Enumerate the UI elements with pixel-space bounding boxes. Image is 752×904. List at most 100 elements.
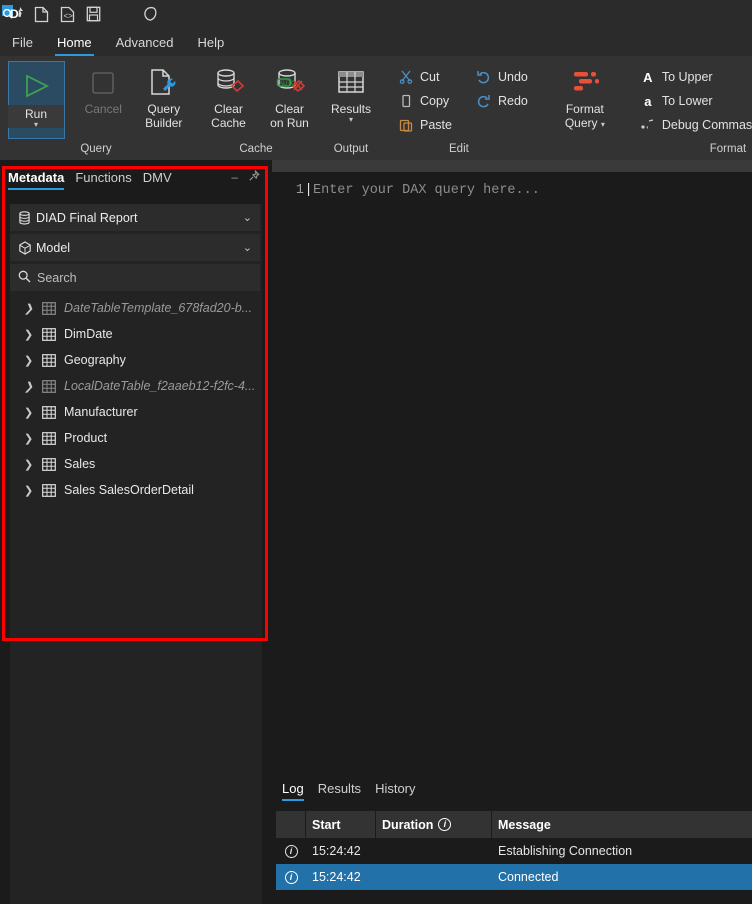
chevron-right-icon[interactable]: ❯: [24, 302, 42, 315]
run-button[interactable]: Run ▾: [8, 61, 65, 139]
query-builder-button[interactable]: Query Builder: [136, 59, 193, 130]
redo-button[interactable]: Redo: [470, 89, 536, 113]
pane-tab-dmv[interactable]: DMV: [141, 170, 181, 190]
chevron-right-icon[interactable]: ❯: [24, 354, 42, 367]
to-upper-label: To Upper: [661, 70, 713, 84]
results-button[interactable]: Results ▾: [320, 59, 382, 124]
table-node-geography[interactable]: ❯ Geography: [10, 347, 262, 373]
moon-icon[interactable]: [138, 1, 164, 27]
clear-on-run-button[interactable]: AUTO Clear on Run: [259, 59, 320, 130]
log-row[interactable]: i 15:24:42 Connected: [276, 864, 752, 890]
chevron-right-icon[interactable]: ❯: [24, 484, 42, 497]
log-row-message: Establishing Connection: [498, 844, 633, 858]
log-row[interactable]: i 15:24:42 Establishing Connection: [276, 838, 752, 864]
ribbon-group-cache: Clear Cache AUTO Clear on Run Cache: [192, 56, 320, 160]
scissors-icon: [398, 69, 414, 85]
new-file-icon[interactable]: [28, 1, 54, 27]
chevron-right-icon[interactable]: ❯: [24, 432, 42, 445]
table-node-manufacturer[interactable]: ❯ Manufacturer: [10, 399, 262, 425]
ribbon-tab-help[interactable]: Help: [185, 33, 236, 56]
table-icon: [42, 301, 64, 315]
table-node-label: Geography: [64, 353, 126, 367]
undo-button[interactable]: Undo: [470, 65, 536, 89]
column-header-duration[interactable]: Duration i: [376, 811, 492, 838]
ribbon: Run ▾ Cancel Query Builder Query Clear C…: [0, 56, 752, 160]
ribbon-tab-file[interactable]: File: [0, 33, 45, 56]
quick-access-toolbar: D <>: [0, 0, 752, 28]
table-node-dimdate[interactable]: ❯ DimDate: [10, 321, 262, 347]
chevron-right-icon[interactable]: ❯: [24, 406, 42, 419]
editor-code-area[interactable]: 1 | Enter your DAX query here...: [272, 172, 752, 775]
results-grid-icon: [336, 65, 366, 101]
run-caret-icon[interactable]: ▾: [8, 121, 64, 129]
table-icon: [42, 457, 64, 471]
format-query-label-2: Query: [564, 116, 598, 130]
ribbon-tab-advanced[interactable]: Advanced: [104, 33, 186, 56]
table-node-sales[interactable]: ❯ Sales: [10, 451, 262, 477]
editor-line-1: 1 | Enter your DAX query here...: [272, 183, 752, 198]
cut-button[interactable]: Cut: [392, 65, 460, 89]
save-icon[interactable]: [80, 1, 106, 27]
metadata-tree: ❯ DateTableTemplate_678fad20-b... ❯ DimD…: [10, 295, 262, 503]
output-tab-history[interactable]: History: [371, 781, 425, 801]
clear-cache-icon: [212, 65, 246, 101]
minimize-icon[interactable]: –: [231, 170, 238, 185]
clear-cache-label-1: Clear: [214, 102, 243, 116]
undo-label: Undo: [497, 70, 528, 84]
column-header-icon: [276, 811, 306, 838]
ribbon-group-label-format: Format: [709, 143, 747, 155]
chevron-right-icon[interactable]: ❯: [24, 458, 42, 471]
to-upper-button[interactable]: A To Upper: [634, 65, 752, 89]
ribbon-tab-home[interactable]: Home: [45, 33, 104, 56]
pin-icon[interactable]: [248, 169, 260, 185]
model-dropdown[interactable]: Model ⌄: [10, 234, 260, 261]
log-row-start: 15:24:42: [312, 870, 361, 884]
clear-on-run-icon: AUTO: [273, 65, 307, 101]
svg-text:<>: <>: [63, 11, 73, 20]
table-node-label: Product: [64, 431, 108, 445]
lowercase-a-icon: a: [644, 93, 652, 109]
pane-tab-metadata[interactable]: Metadata: [8, 170, 73, 190]
chevron-down-icon[interactable]: ⌄: [243, 241, 252, 254]
output-tab-results[interactable]: Results: [314, 781, 371, 801]
chevron-right-icon[interactable]: ❯: [24, 328, 42, 341]
text-cursor: |: [304, 183, 313, 198]
copy-button[interactable]: Copy: [392, 89, 460, 113]
format-query-icon: [568, 65, 602, 101]
table-node-sales-salesorderdetail[interactable]: ❯ Sales SalesOrderDetail: [10, 477, 262, 503]
column-header-message[interactable]: Message: [492, 818, 752, 832]
ribbon-tab-bar: File Home Advanced Help: [0, 28, 752, 56]
chevron-right-icon[interactable]: ❯: [24, 380, 42, 393]
open-file-icon[interactable]: <>: [54, 1, 80, 27]
search-input[interactable]: [37, 270, 237, 285]
format-column: A To Upper a To Lower Debug Commas: [634, 59, 752, 137]
table-node-label: DateTableTemplate_678fad20-b...: [64, 301, 253, 315]
to-lower-button[interactable]: a To Lower: [634, 89, 752, 113]
column-header-start[interactable]: Start: [306, 811, 376, 838]
table-icon: [42, 483, 64, 497]
to-lower-label: To Lower: [661, 94, 713, 108]
pane-tab-functions[interactable]: Functions: [73, 170, 140, 190]
search-box[interactable]: [10, 264, 260, 291]
results-caret-icon[interactable]: ▾: [331, 116, 371, 124]
table-node-product[interactable]: ❯ Product: [10, 425, 262, 451]
output-tab-log[interactable]: Log: [278, 781, 314, 801]
line-number: 1: [295, 183, 304, 198]
query-editor[interactable]: 1 | Enter your DAX query here...: [272, 160, 752, 775]
format-query-button[interactable]: Format Query ▾: [550, 59, 620, 130]
connection-dropdown[interactable]: DIAD Final Report ⌄: [10, 204, 260, 231]
chevron-down-icon[interactable]: ⌄: [243, 211, 252, 224]
table-node-datetabletemplate[interactable]: ❯ DateTableTemplate_678fad20-b...: [10, 295, 262, 321]
undo-icon: [476, 69, 492, 85]
format-query-caret-icon[interactable]: ▾: [601, 120, 605, 129]
output-pane-tabs: Log Results History: [272, 775, 752, 801]
database-icon: [18, 210, 36, 225]
clear-cache-button[interactable]: Clear Cache: [198, 59, 259, 130]
edit-column-history: Undo Redo: [470, 59, 536, 113]
ribbon-group-label-output: Output: [333, 143, 369, 155]
paste-button[interactable]: Paste: [392, 113, 460, 137]
debug-commas-button[interactable]: Debug Commas: [634, 113, 752, 137]
table-node-localdatetable[interactable]: ❯ LocalDateTable_f2aaeb12-f2fc-4...: [10, 373, 262, 399]
metadata-pane: Metadata Functions DMV – DIAD Final Repo…: [0, 160, 272, 904]
format-query-label-1: Format: [565, 102, 604, 116]
